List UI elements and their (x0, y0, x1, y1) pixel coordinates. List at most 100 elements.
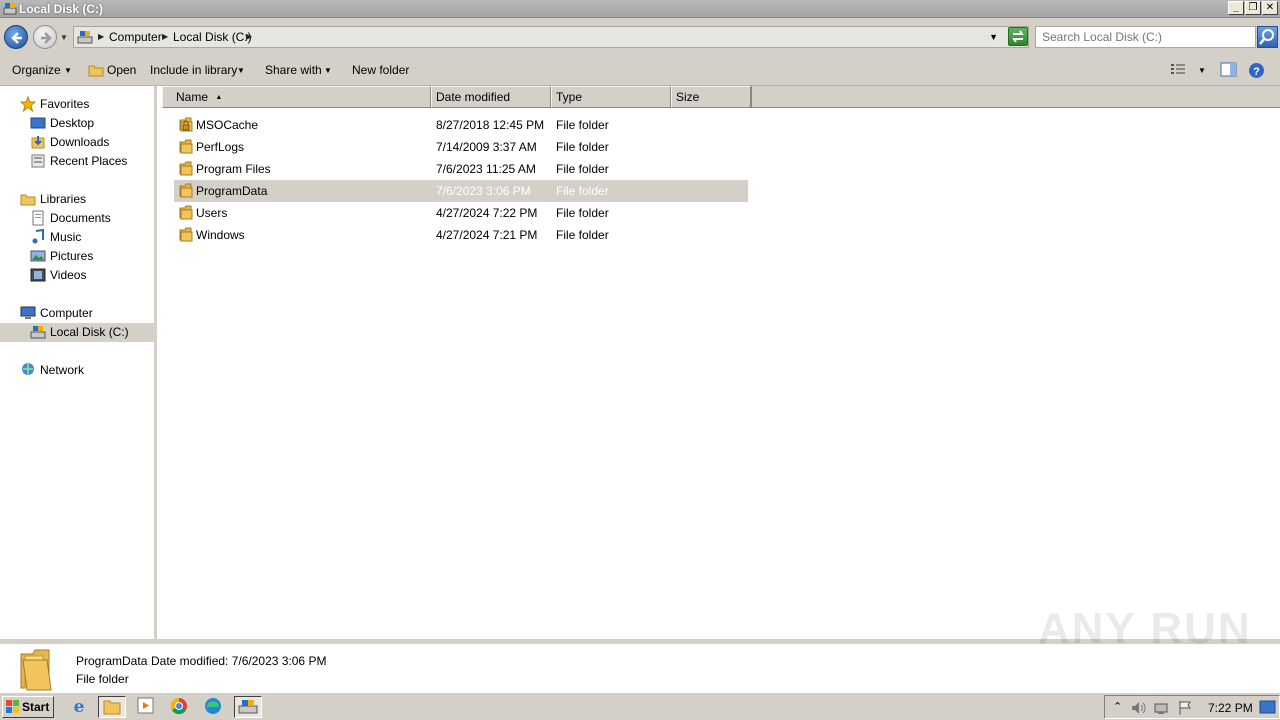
nav-recent-places[interactable]: Recent Places (30, 152, 127, 171)
file-date-modified: 7/14/2009 3:37 AM (436, 140, 537, 154)
nav-desktop[interactable]: Desktop (30, 114, 94, 133)
search-input[interactable] (1035, 26, 1256, 48)
nav-label: Computer (40, 306, 93, 320)
file-row[interactable]: Users 4/27/2024 7:22 PM File folder (174, 202, 748, 224)
share-with-button[interactable]: Share with (265, 63, 322, 77)
close-button[interactable]: ✕ (1262, 1, 1278, 15)
chevron-down-icon[interactable]: ▼ (1198, 66, 1206, 75)
libraries-icon (20, 194, 36, 206)
chevron-down-icon: ▼ (64, 66, 72, 75)
forward-button[interactable] (33, 25, 57, 49)
organize-button[interactable]: Organize (12, 63, 61, 77)
nav-libraries[interactable]: Libraries (20, 190, 86, 209)
show-desktop-icon[interactable] (1259, 700, 1276, 714)
nav-label: Desktop (50, 116, 95, 130)
details-date-modified: Date modified: 7/6/2023 3:06 PM (151, 654, 327, 668)
column-type[interactable]: Type (551, 86, 671, 108)
view-options-icon[interactable] (1170, 62, 1186, 76)
taskbar-chrome[interactable] (166, 696, 194, 718)
forward-arrow-icon (41, 32, 52, 44)
svg-text:?: ? (1253, 66, 1260, 78)
folder-icon (179, 139, 193, 154)
network-status-icon[interactable] (1153, 700, 1171, 716)
column-label: Name (176, 90, 209, 104)
drive-icon (30, 325, 46, 339)
file-row[interactable]: ProgramData 7/6/2023 3:06 PM File folder (174, 180, 748, 202)
search-button[interactable] (1257, 26, 1278, 48)
nav-label: Downloads (50, 135, 110, 149)
refresh-button[interactable] (1008, 27, 1028, 46)
folder-icon (179, 227, 193, 242)
back-button[interactable] (4, 25, 28, 49)
chevron-right-icon[interactable]: ▶ (162, 32, 168, 41)
recent-pages-dropdown[interactable]: ▼ (60, 33, 68, 42)
nav-label: Pictures (50, 249, 94, 263)
nav-label: Network (40, 363, 85, 377)
downloads-icon (31, 135, 45, 149)
start-button[interactable]: Start (2, 696, 54, 718)
nav-label: Favorites (40, 97, 90, 111)
taskbar-explorer[interactable] (98, 696, 126, 718)
column-size[interactable]: Size (671, 86, 751, 108)
chevron-right-icon[interactable]: ▶ (246, 32, 252, 41)
file-date-modified: 4/27/2024 7:22 PM (436, 206, 538, 220)
file-row[interactable]: MSOCache 8/27/2018 12:45 PM File folder (174, 114, 748, 136)
recent-places-icon (31, 154, 45, 168)
nav-documents[interactable]: Documents (30, 209, 111, 228)
chevron-right-icon[interactable]: ▶ (98, 32, 104, 41)
chevron-down-icon: ▼ (324, 66, 332, 75)
nav-label: Recent Places (50, 154, 128, 168)
breadcrumb-computer[interactable]: Computer (109, 30, 162, 44)
drive-icon (77, 31, 93, 44)
file-name: ProgramData (196, 184, 268, 198)
taskbar-drive[interactable] (234, 696, 262, 718)
taskbar-internet-explorer[interactable]: e (66, 696, 94, 718)
nav-videos[interactable]: Videos (30, 266, 86, 285)
address-bar[interactable]: ▶ Computer ▶ Local Disk (C:) ▶ ▼ (73, 26, 1029, 48)
title-bar: Local Disk (C:) _ ❐ ✕ (0, 0, 1280, 18)
breadcrumb-local-disk[interactable]: Local Disk (C:) (173, 30, 252, 44)
nav-network[interactable]: Network (20, 361, 84, 380)
column-date-modified[interactable]: Date modified (431, 86, 551, 108)
taskbar-media-player[interactable] (132, 696, 160, 718)
nav-pictures[interactable]: Pictures (30, 247, 93, 266)
network-icon (22, 362, 34, 375)
refresh-icon (1012, 30, 1024, 43)
folder-icon (179, 205, 193, 220)
nav-label: Documents (50, 211, 111, 225)
watermark-logo: ANY RUN (1038, 604, 1252, 653)
file-date-modified: 7/6/2023 11:25 AM (436, 162, 536, 176)
nav-favorites[interactable]: Favorites (20, 95, 89, 114)
folder-icon (179, 183, 193, 198)
clock[interactable]: 7:22 PM (1208, 701, 1253, 715)
nav-computer[interactable]: Computer (20, 304, 93, 323)
column-name[interactable]: Name ▲ (162, 86, 431, 108)
minimize-button[interactable]: _ (1228, 1, 1244, 15)
include-in-library-button[interactable]: Include in library (150, 63, 237, 77)
file-row[interactable]: PerfLogs 7/14/2009 3:37 AM File folder (174, 136, 748, 158)
drive-icon (3, 3, 17, 15)
volume-icon[interactable] (1130, 700, 1148, 716)
show-hidden-icons-icon[interactable]: ⌃ (1113, 700, 1122, 713)
address-history-dropdown[interactable]: ▼ (989, 32, 998, 42)
column-label: Type (556, 90, 583, 104)
documents-icon (32, 210, 44, 226)
media-player-icon (137, 697, 154, 714)
preview-pane-icon[interactable] (1220, 62, 1237, 77)
column-header-filler (751, 86, 1280, 108)
new-folder-button[interactable]: New folder (352, 63, 409, 77)
file-row[interactable]: Program Files 7/6/2023 11:25 AM File folde… (174, 158, 748, 180)
taskbar: Start e ⌃ 7:22 PM (0, 692, 1280, 720)
open-button[interactable]: Open (107, 63, 136, 77)
nav-local-disk[interactable]: Local Disk (C:) (30, 323, 129, 342)
nav-downloads[interactable]: Downloads (30, 133, 109, 152)
help-icon[interactable]: ? (1248, 62, 1265, 79)
restore-button[interactable]: ❐ (1245, 1, 1261, 15)
file-type: File folder (556, 162, 609, 176)
action-center-flag-icon[interactable] (1177, 700, 1193, 716)
file-type: File folder (556, 206, 609, 220)
file-row[interactable]: Windows 4/27/2024 7:21 PM File folder (174, 224, 748, 246)
open-folder-icon (88, 65, 104, 77)
nav-music[interactable]: Music (30, 228, 81, 247)
taskbar-edge[interactable] (200, 696, 228, 718)
